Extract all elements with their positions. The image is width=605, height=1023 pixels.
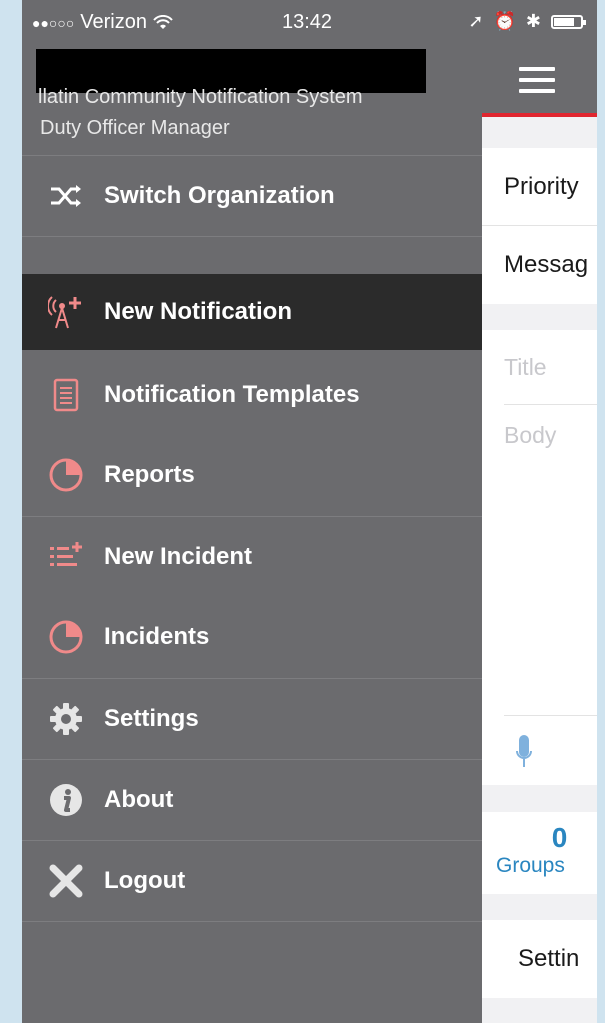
microphone-icon[interactable] <box>516 735 532 771</box>
menu-item-label: Logout <box>104 867 186 894</box>
user-role: Duty Officer Manager <box>40 117 230 139</box>
document-icon <box>48 377 84 413</box>
alarm-icon: ⏰ <box>493 11 516 31</box>
status-bar: ●●○○○ Verizon 13:42 ➚ ⏰ ✱ <box>22 0 597 45</box>
menu-item-reports[interactable]: Reports <box>22 435 482 515</box>
wifi-icon <box>153 14 173 29</box>
menu-item-label: About <box>104 786 174 813</box>
settings-row[interactable]: Settin <box>482 920 597 998</box>
signal-strength-icon: ●●○○○ <box>32 14 75 31</box>
menu-item-label: New Notification <box>104 298 293 325</box>
menu-item-new-incident[interactable]: New Incident <box>22 517 482 597</box>
menu-item-incidents[interactable]: Incidents <box>22 597 482 677</box>
pie-chart-icon <box>48 619 84 655</box>
carrier-name: Verizon <box>80 11 147 33</box>
menu-item-about[interactable]: About <box>22 760 482 840</box>
menu-item-label: Incidents <box>104 623 210 650</box>
info-icon <box>48 782 84 818</box>
groups-count: 0 <box>551 822 568 853</box>
menu-item-label: Notification Templates <box>104 381 360 408</box>
app-header <box>482 45 597 117</box>
divider <box>22 236 482 237</box>
groups-selector[interactable]: 0 Groups <box>482 812 597 894</box>
body-input[interactable]: Body <box>504 422 556 449</box>
menu-item-settings[interactable]: Settings <box>22 679 482 759</box>
gear-icon <box>48 701 84 737</box>
divider <box>22 921 482 922</box>
clock: 13:42 <box>282 11 333 33</box>
menu-item-notification-templates[interactable]: Notification Templates <box>22 355 482 435</box>
groups-label: Groups <box>496 854 565 877</box>
menu-item-label: Switch Organization <box>104 182 335 209</box>
organization-name: llatin Community Notification System <box>38 86 363 108</box>
divider <box>504 715 597 716</box>
menu-item-switch-organization[interactable]: Switch Organization <box>22 156 482 236</box>
phone-screen: ●●○○○ Verizon 13:42 ➚ ⏰ ✱ Priority Messa… <box>22 0 597 1023</box>
add-list-icon <box>48 539 84 575</box>
bluetooth-icon: ✱ <box>525 11 541 31</box>
menu-item-label: Reports <box>104 461 195 488</box>
broadcast-tower-icon <box>48 294 84 330</box>
menu-item-logout[interactable]: Logout <box>22 841 482 921</box>
battery-icon <box>551 14 586 29</box>
main-app-panel: Priority Messag Title Body 0 Groups Sett… <box>482 0 597 1023</box>
title-input[interactable]: Title <box>504 354 547 381</box>
status-icons: ➚ ⏰ ✱ <box>468 11 586 32</box>
shuffle-icon <box>48 178 84 214</box>
divider <box>504 404 597 405</box>
menu-item-new-notification[interactable]: New Notification <box>22 274 482 350</box>
pie-chart-icon <box>48 457 84 493</box>
menu-item-label: New Incident <box>104 543 253 570</box>
message-row[interactable]: Messag <box>482 226 597 304</box>
close-icon <box>48 863 84 899</box>
hamburger-menu-icon[interactable] <box>519 67 555 93</box>
navigation-drawer: llatin Community Notification System Dut… <box>22 45 482 1023</box>
compose-area: Title Body <box>482 330 597 785</box>
carrier-info: ●●○○○ Verizon <box>32 11 173 34</box>
menu-item-label: Settings <box>104 705 199 732</box>
priority-row[interactable]: Priority <box>482 148 597 226</box>
location-icon: ➚ <box>468 11 484 31</box>
